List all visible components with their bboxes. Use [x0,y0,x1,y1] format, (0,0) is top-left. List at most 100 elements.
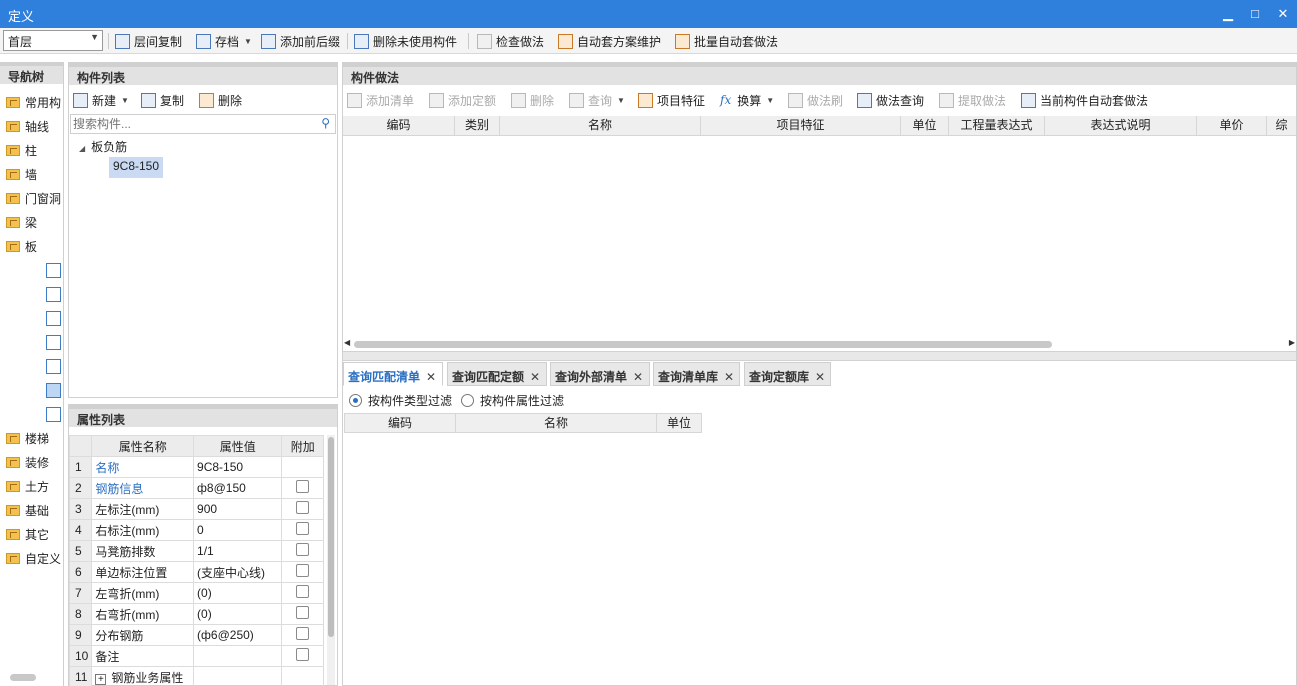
prop-value[interactable]: (ф6@250) [193,624,283,646]
minimize-icon[interactable]: ▁ [1215,0,1241,28]
nav-scrollbar[interactable] [10,674,36,681]
query-button[interactable]: 查询 ▼ [569,90,625,110]
slab-icon[interactable] [46,263,61,278]
close-icon[interactable]: ✕ [1270,0,1296,28]
scroll-left-icon[interactable]: ◀ [344,338,350,347]
batch-auto-method-button[interactable]: 批量自动套做法 [675,31,778,51]
column-header[interactable]: 表达式说明 [1045,116,1197,135]
expand-plus-icon[interactable]: + [95,673,107,685]
extra-checkbox[interactable] [296,585,310,598]
nav-item-custom[interactable]: 自定义 [6,548,61,568]
column-header[interactable]: 单价 [1197,116,1267,135]
column-header[interactable]: 编码 [345,414,456,432]
component-item-selected[interactable]: 9C8-150 [109,157,164,178]
collapse-triangle-icon[interactable]: ◢ [79,144,85,153]
prop-value[interactable]: (0) [193,582,283,604]
delete-unused-button[interactable]: 删除未使用构件 [354,31,457,51]
extra-checkbox[interactable] [296,543,310,556]
table-row[interactable]: 5 马凳筋排数 1/1 [68,540,324,562]
nav-item-slab[interactable]: 板 [6,236,37,256]
column-header[interactable]: 单位 [657,414,701,432]
table-row[interactable]: 6 单边标注位置 (支座中心线) [68,561,324,583]
tab-external-list[interactable]: 查询外部清单 ✕ [550,362,650,386]
column-header[interactable]: 类别 [455,116,500,135]
column-header[interactable]: 项目特征 [701,116,901,135]
prop-value[interactable]: (0) [193,603,283,625]
extract-method-button[interactable]: 提取做法 [939,90,1006,110]
slab-strip-icon[interactable] [46,359,61,374]
method-delete-button[interactable]: 删除 [511,90,554,110]
conversion-button[interactable]: fx 换算 ▼ [720,90,774,110]
component-search-box[interactable]: ⚲ [70,114,336,134]
column-header[interactable]: 名称 [500,116,701,135]
floor-select[interactable]: 首层 ▼ [3,30,103,51]
nav-item-door-window[interactable]: 门窗洞 [6,188,61,208]
table-row[interactable]: 11 + 钢筋业务属性 [68,666,324,686]
column-header[interactable]: 工程量表达式 [949,116,1045,135]
properties-scrollbar-track[interactable] [327,435,335,685]
slab-rebar-icon[interactable] [46,335,61,350]
table-row[interactable]: 7 左弯折(mm) (0) [68,582,324,604]
close-tab-icon[interactable]: ✕ [530,370,540,384]
extra-checkbox[interactable] [296,522,310,535]
add-list-button[interactable]: 添加清单 [347,90,414,110]
tab-match-quota[interactable]: 查询匹配定额 ✕ [447,362,547,386]
method-hscroll-thumb[interactable] [354,341,1052,348]
nav-item-column[interactable]: 柱 [6,140,37,160]
prop-value[interactable]: 0 [193,519,283,541]
nav-item-other[interactable]: 其它 [6,524,49,544]
extra-checkbox[interactable] [296,648,310,661]
nav-item-wall[interactable]: 墙 [6,164,37,184]
prop-value[interactable]: 1/1 [193,540,283,562]
panel-splitter[interactable] [343,351,1296,361]
properties-scrollbar-thumb[interactable] [328,437,334,637]
tab-match-list[interactable]: 查询匹配清单 ✕ [343,362,443,386]
table-row[interactable]: 8 右弯折(mm) (0) [68,603,324,625]
strip-rebar-icon[interactable] [46,407,61,422]
extra-checkbox[interactable] [296,564,310,577]
auto-apply-current-button[interactable]: 当前构件自动套做法 [1021,90,1148,110]
add-prefix-suffix-button[interactable]: 添加前后缀 [261,31,340,51]
nav-item-beam[interactable]: 梁 [6,212,37,232]
column-header[interactable]: 名称 [456,414,657,432]
table-row[interactable]: 1 名称 9C8-150 [68,456,324,478]
table-row[interactable]: 4 右标注(mm) 0 [68,519,324,541]
prop-value[interactable]: ф8@150 [193,477,283,499]
archive-button[interactable]: 存档 ▼ [196,31,252,51]
maximize-icon[interactable]: □ [1242,0,1268,28]
column-header[interactable]: 单位 [901,116,949,135]
prop-value[interactable]: (支座中心线) [193,561,283,583]
close-tab-icon[interactable]: ✕ [633,370,643,384]
close-tab-icon[interactable]: ✕ [724,370,734,384]
method-brush-button[interactable]: 做法刷 [788,90,843,110]
method-query-button[interactable]: 做法查询 [857,90,924,110]
add-quota-button[interactable]: 添加定额 [429,90,496,110]
column-header[interactable]: 综 [1267,116,1296,135]
nav-item-axis[interactable]: 轴线 [6,116,49,136]
close-tab-icon[interactable]: ✕ [815,370,825,384]
extra-checkbox[interactable] [296,480,310,493]
table-row[interactable]: 3 左标注(mm) 900 [68,498,324,520]
nav-item-decoration[interactable]: 装修 [6,452,49,472]
nav-item-common[interactable]: 常用构 [6,92,61,112]
copy-button[interactable]: 复制 [141,90,184,110]
auto-scheme-button[interactable]: 自动套方案维护 [558,31,661,51]
copy-between-floors-button[interactable]: 层间复制 [115,31,182,51]
extra-checkbox[interactable] [296,627,310,640]
prop-value[interactable]: 9C8-150 [193,456,283,478]
column-cap-icon[interactable] [46,311,61,326]
extra-checkbox[interactable] [296,606,310,619]
close-tab-icon[interactable]: ✕ [426,370,436,384]
tab-quota-library[interactable]: 查询定额库 ✕ [744,362,831,386]
negative-rebar-icon[interactable] [46,383,61,398]
filter-by-attribute-radio[interactable]: 按构件属性过滤 [461,392,564,409]
slab-hole-icon[interactable] [46,287,61,302]
tab-list-library[interactable]: 查询清单库 ✕ [653,362,740,386]
prop-value[interactable] [193,645,283,667]
table-row[interactable]: 2 钢筋信息 ф8@150 [68,477,324,499]
table-row[interactable]: 10 备注 [68,645,324,667]
nav-item-earthwork[interactable]: 土方 [6,476,49,496]
prop-value[interactable]: 900 [193,498,283,520]
extra-checkbox[interactable] [296,501,310,514]
method-hscrollbar[interactable]: ◀ ▶ [343,338,1296,350]
